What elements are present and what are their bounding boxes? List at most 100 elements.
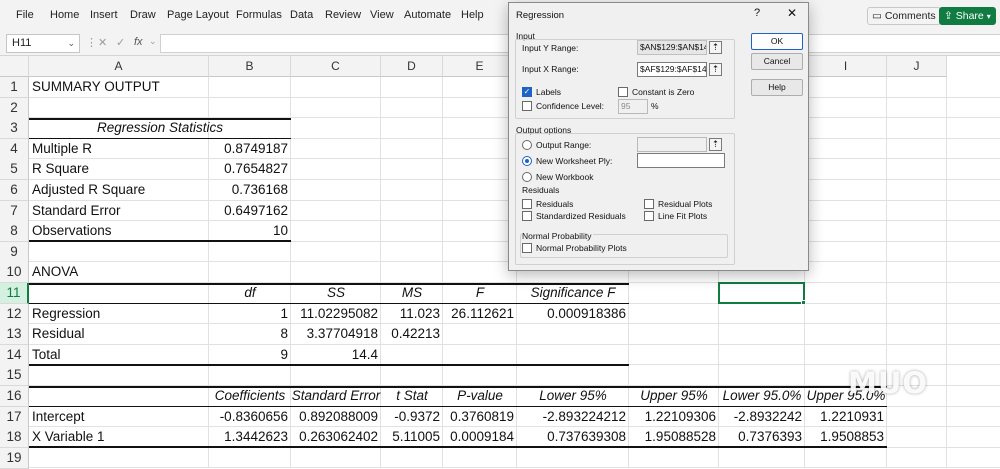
constant-zero-checkbox[interactable] bbox=[618, 87, 628, 97]
row-header-13[interactable]: 13 bbox=[0, 324, 29, 346]
cell-a17[interactable]: Intercept bbox=[29, 407, 209, 427]
row-header-12[interactable]: 12 bbox=[0, 303, 29, 325]
menu-automate[interactable]: Automate bbox=[404, 9, 451, 21]
menu-view[interactable]: View bbox=[370, 9, 394, 21]
row-header-8[interactable]: 8 bbox=[0, 221, 29, 243]
cell-a6[interactable]: Adjusted R Square bbox=[29, 180, 209, 200]
row-header-17[interactable]: 17 bbox=[0, 406, 29, 428]
cell-a13[interactable]: Residual bbox=[29, 324, 209, 344]
labels-checkbox[interactable]: ✓ bbox=[522, 87, 532, 97]
row-header-19[interactable]: 19 bbox=[0, 447, 29, 469]
cell-b14[interactable]: 9 bbox=[209, 345, 291, 365]
row-header-14[interactable]: 14 bbox=[0, 344, 29, 366]
cell-e12[interactable]: 26.112621 bbox=[443, 304, 517, 324]
line-fit-plots-checkbox[interactable] bbox=[644, 211, 654, 221]
share-button[interactable]: ⇪ Share ▾ bbox=[939, 7, 996, 25]
cell-b12[interactable]: 1 bbox=[209, 304, 291, 324]
confidence-level-field[interactable]: 95 bbox=[618, 99, 648, 114]
close-icon[interactable]: ✕ bbox=[787, 6, 797, 20]
cell-a3[interactable]: Regression Statistics bbox=[29, 118, 291, 138]
cell-d17[interactable]: -0.9372 bbox=[381, 407, 443, 427]
menu-review[interactable]: Review bbox=[325, 9, 361, 21]
row-header-6[interactable]: 6 bbox=[0, 180, 29, 201]
input-y-range-field[interactable]: $AN$129:$AN$146 bbox=[637, 40, 707, 55]
cell-f11[interactable]: Significance F bbox=[517, 283, 629, 303]
cell-a5[interactable]: R Square bbox=[29, 159, 209, 179]
cell-c13[interactable]: 3.37704918 bbox=[291, 324, 381, 344]
cell-i17[interactable]: 1.2210931 bbox=[805, 407, 887, 427]
row-header-3[interactable]: 3 bbox=[0, 118, 29, 140]
cell-d12[interactable]: 11.023 bbox=[381, 304, 443, 324]
cell-b7[interactable]: 0.6497162 bbox=[209, 201, 291, 221]
column-header-e[interactable]: E bbox=[443, 56, 517, 77]
cell-d13[interactable]: 0.42213 bbox=[381, 324, 443, 344]
row-header-15[interactable]: 15 bbox=[0, 365, 29, 387]
name-box[interactable]: H11 ⌄ bbox=[6, 34, 80, 53]
column-header-c[interactable]: C bbox=[291, 56, 381, 77]
menu-help[interactable]: Help bbox=[461, 9, 484, 21]
cell-e18[interactable]: 0.0009184 bbox=[443, 427, 517, 447]
cell-b16[interactable]: Coefficients bbox=[209, 386, 291, 406]
cell-d18[interactable]: 5.11005 bbox=[381, 427, 443, 447]
cell-d16[interactable]: t Stat bbox=[381, 386, 443, 406]
column-header-i[interactable]: I bbox=[805, 56, 887, 77]
confidence-level-checkbox[interactable] bbox=[522, 101, 532, 111]
cell-b13[interactable]: 8 bbox=[209, 324, 291, 344]
cell-g16[interactable]: Upper 95% bbox=[629, 386, 719, 406]
cell-b4[interactable]: 0.8749187 bbox=[209, 139, 291, 159]
cell-f17[interactable]: -2.893224212 bbox=[517, 407, 629, 427]
cell-b6[interactable]: 0.736168 bbox=[209, 180, 291, 200]
cell-e11[interactable]: F bbox=[443, 283, 517, 303]
fill-handle[interactable] bbox=[801, 299, 806, 305]
active-cell-h11[interactable] bbox=[718, 282, 805, 304]
cell-a8[interactable]: Observations bbox=[29, 221, 209, 241]
insert-function-button[interactable]: fx bbox=[134, 36, 143, 48]
menu-home[interactable]: Home bbox=[50, 9, 79, 21]
column-header-d[interactable]: D bbox=[381, 56, 443, 77]
chevron-down-icon[interactable]: ⌄ bbox=[149, 36, 157, 47]
row-header-10[interactable]: 10 bbox=[0, 262, 29, 284]
row-header-9[interactable]: 9 bbox=[0, 241, 29, 263]
menu-file[interactable]: File bbox=[16, 9, 34, 21]
row-header-18[interactable]: 18 bbox=[0, 427, 29, 449]
menu-page-layout[interactable]: Page Layout bbox=[167, 9, 229, 21]
row-header-7[interactable]: 7 bbox=[0, 200, 29, 222]
row-header-1[interactable]: 1 bbox=[0, 77, 29, 98]
cell-h17[interactable]: -2.8932242 bbox=[719, 407, 805, 427]
cancel-icon[interactable]: ✕ bbox=[98, 36, 107, 49]
input-x-range-field[interactable]: $AF$129:$AF$146 bbox=[637, 62, 707, 77]
cell-c11[interactable]: SS bbox=[291, 283, 381, 303]
cell-b17[interactable]: -0.8360656 bbox=[209, 407, 291, 427]
cell-f18[interactable]: 0.737639308 bbox=[517, 427, 629, 447]
comments-button[interactable]: ▭ Comments bbox=[867, 7, 941, 25]
row-header-16[interactable]: 16 bbox=[0, 386, 29, 407]
cell-b11[interactable]: df bbox=[209, 283, 291, 303]
cancel-button[interactable]: Cancel bbox=[751, 53, 803, 70]
collapse-output-range-button[interactable]: ⇡ bbox=[709, 138, 722, 151]
menu-data[interactable]: Data bbox=[290, 9, 313, 21]
new-worksheet-ply-field[interactable] bbox=[637, 153, 725, 168]
residuals-checkbox[interactable] bbox=[522, 199, 532, 209]
cell-d11[interactable]: MS bbox=[381, 283, 443, 303]
chevron-down-icon[interactable]: ⌄ bbox=[67, 35, 75, 52]
cell-c16[interactable]: Standard Error bbox=[291, 386, 381, 406]
cell-e16[interactable]: P-value bbox=[443, 386, 517, 406]
menu-formulas[interactable]: Formulas bbox=[236, 9, 282, 21]
cell-a1[interactable]: SUMMARY OUTPUT bbox=[29, 77, 209, 97]
normal-probability-plots-checkbox[interactable] bbox=[522, 243, 532, 253]
cell-c14[interactable]: 14.4 bbox=[291, 345, 381, 365]
enter-icon[interactable]: ✓ bbox=[116, 36, 125, 49]
cell-b8[interactable]: 10 bbox=[209, 221, 291, 241]
cell-h18[interactable]: 0.7376393 bbox=[719, 427, 805, 447]
standardized-residuals-checkbox[interactable] bbox=[522, 211, 532, 221]
cell-f16[interactable]: Lower 95% bbox=[517, 386, 629, 406]
cell-a12[interactable]: Regression bbox=[29, 304, 209, 324]
row-header-4[interactable]: 4 bbox=[0, 138, 29, 160]
new-worksheet-ply-radio[interactable] bbox=[522, 156, 532, 166]
residual-plots-checkbox[interactable] bbox=[644, 199, 654, 209]
collapse-x-range-button[interactable]: ⇡ bbox=[709, 63, 722, 76]
cell-a14[interactable]: Total bbox=[29, 345, 209, 365]
cell-f12[interactable]: 0.000918386 bbox=[517, 304, 629, 324]
new-workbook-radio[interactable] bbox=[522, 172, 532, 182]
help-button[interactable]: Help bbox=[751, 79, 803, 96]
